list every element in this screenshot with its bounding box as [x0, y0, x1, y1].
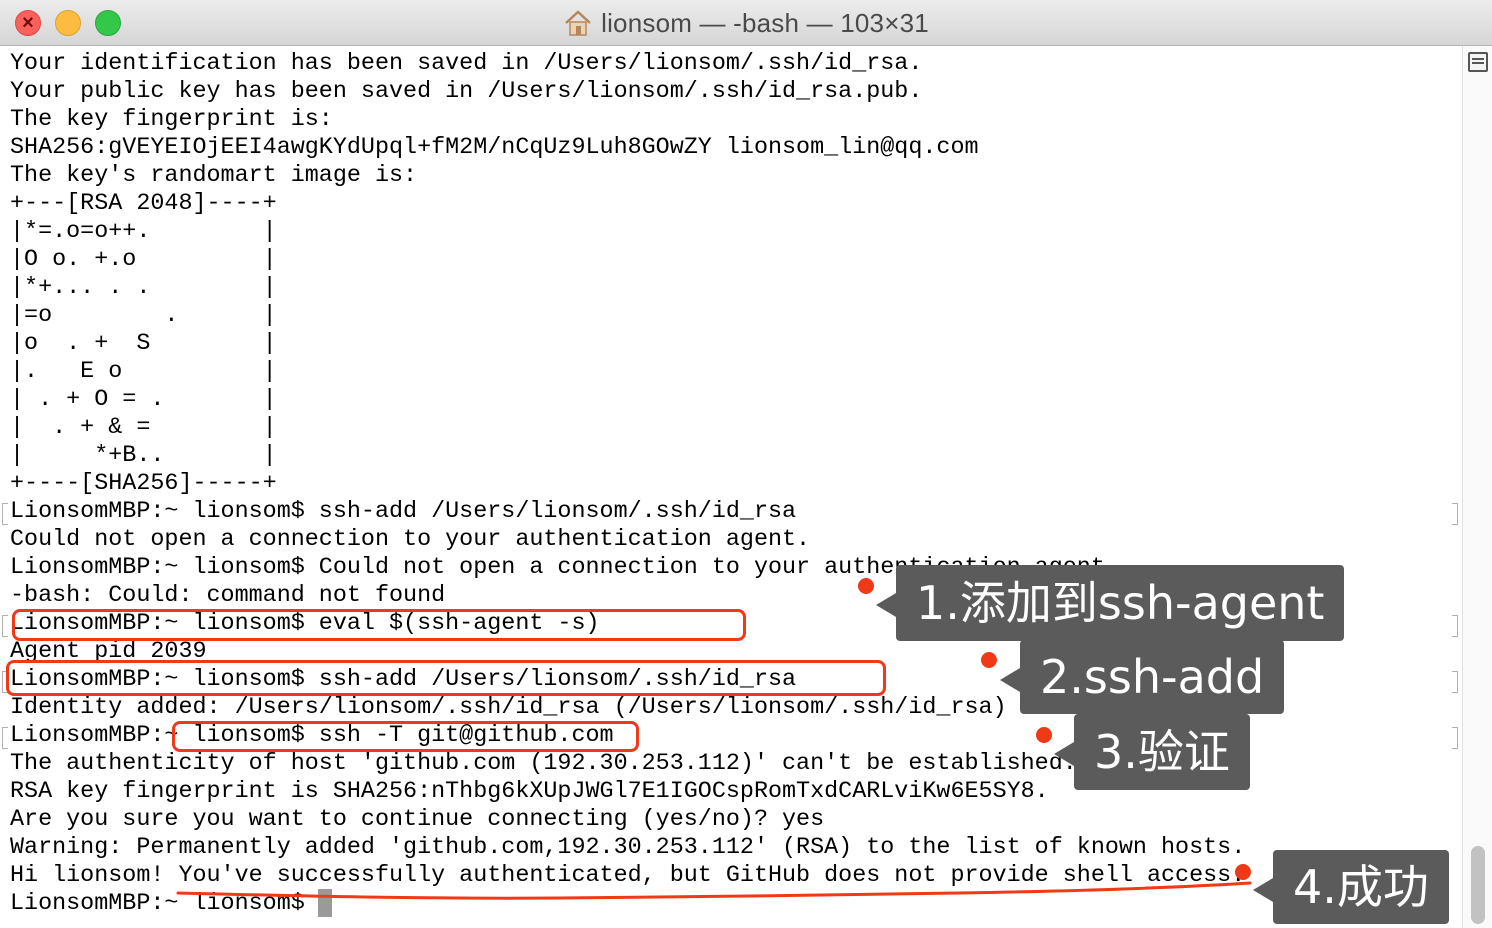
highlight-box-eval	[12, 609, 746, 641]
terminal-line: |*=.o=o++. |	[10, 219, 277, 245]
prompt-marker-right	[1452, 503, 1458, 525]
terminal-line: LionsomMBP:~ lionsom$ ssh-add /Users/lio…	[10, 499, 797, 525]
terminal-line: |=o . |	[10, 303, 277, 329]
annotation-dot-1	[858, 578, 874, 594]
window-titlebar: × lionsom — -bash — 103×31	[0, 0, 1492, 46]
highlight-box-ssh-add	[6, 660, 886, 696]
terminal-line: Your public key has been saved in /Users…	[10, 79, 923, 105]
terminal-line: Could not open a connection to your auth…	[10, 527, 811, 553]
terminal-line: Warning: Permanently added 'github.com,1…	[10, 835, 1246, 861]
prompt-marker-right	[1452, 727, 1458, 749]
terminal-line: The key fingerprint is:	[10, 107, 333, 133]
terminal-line: +----[SHA256]-----+	[10, 471, 277, 497]
callout-step-4: 4.成功	[1253, 850, 1449, 924]
window-title: lionsom — -bash — 103×31	[601, 7, 929, 38]
callout-step-1-text: 1.添加到ssh-agent	[916, 576, 1325, 630]
terminal-line: | *+B.. |	[10, 443, 277, 469]
terminal-line: +---[RSA 2048]----+	[10, 191, 277, 217]
terminal-line: SHA256:gVEYEIOjEEI4awgKYdUpql+fM2M/nCqUz…	[10, 135, 979, 161]
terminal-line: -bash: Could: command not found	[10, 583, 446, 609]
scrollbar-toggle-icon[interactable]	[1468, 52, 1488, 72]
terminal-line: |. E o |	[10, 359, 277, 385]
prompt-marker-left	[2, 503, 8, 525]
annotation-dot-2	[981, 652, 997, 668]
callout-step-2: 2.ssh-add	[999, 640, 1285, 714]
terminal-output[interactable]: Your identification has been saved in /U…	[0, 46, 1462, 928]
terminal-line: Hi lionsom! You've successfully authenti…	[10, 863, 1246, 889]
annotation-dot-3	[1036, 727, 1052, 743]
annotation-dot-4	[1235, 864, 1251, 880]
callout-step-3-text: 3.验证	[1094, 725, 1230, 779]
terminal-line: The key's randomart image is:	[10, 163, 418, 189]
callout-step-4-text: 4.成功	[1293, 860, 1429, 914]
prompt-marker-left	[2, 615, 8, 637]
terminal-line: LionsomMBP:~ lionsom$	[10, 891, 319, 917]
scrollbar-thumb[interactable]	[1471, 846, 1485, 924]
terminal-line: Identity added: /Users/lionsom/.ssh/id_r…	[10, 695, 1007, 721]
window-title-area: lionsom — -bash — 103×31	[0, 0, 1492, 46]
home-icon	[565, 10, 591, 36]
text-cursor	[318, 889, 332, 917]
prompt-marker-right	[1452, 671, 1458, 693]
prompt-marker-right	[1452, 615, 1458, 637]
terminal-line: RSA key fingerprint is SHA256:nThbg6kXUp…	[10, 779, 1049, 805]
terminal-line: Are you sure you want to continue connec…	[10, 807, 825, 833]
terminal-line: |O o. +.o |	[10, 247, 277, 273]
callout-step-1: 1.添加到ssh-agent	[875, 565, 1345, 641]
terminal-line: |*+... . . |	[10, 275, 277, 301]
terminal-line: | . + & = |	[10, 415, 277, 441]
terminal-line: The authenticity of host 'github.com (19…	[10, 751, 1077, 777]
vertical-scrollbar[interactable]	[1462, 46, 1492, 928]
terminal-line: |o . + S |	[10, 331, 277, 357]
terminal-line: | . + O = . |	[10, 387, 277, 413]
highlight-box-ssh-test	[172, 721, 639, 752]
callout-step-2-text: 2.ssh-add	[1040, 650, 1265, 704]
terminal-line: Your identification has been saved in /U…	[10, 51, 923, 77]
callout-step-3: 3.验证	[1054, 714, 1250, 790]
prompt-marker-left	[2, 727, 8, 749]
